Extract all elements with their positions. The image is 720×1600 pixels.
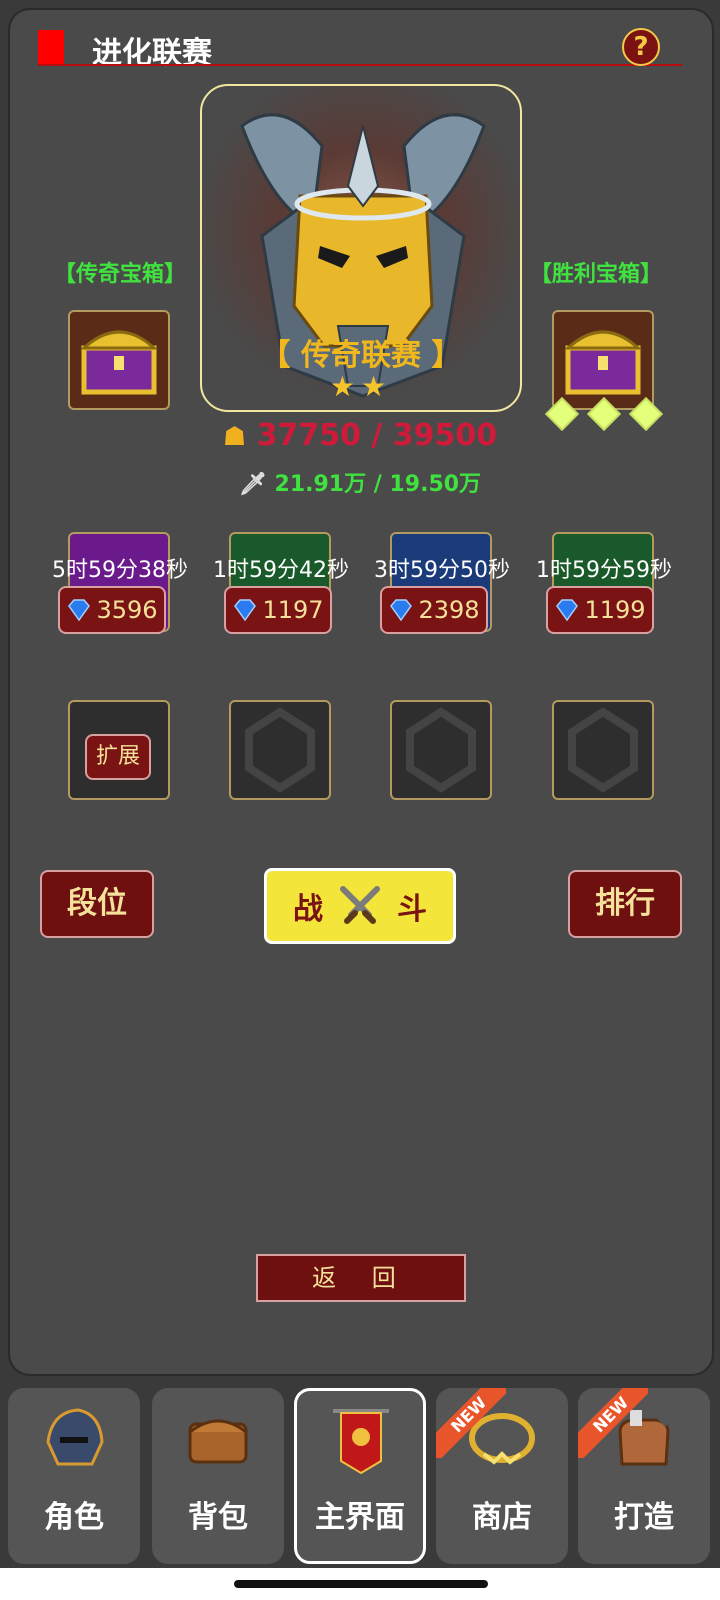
empty-slot-icon (568, 707, 638, 793)
legend-chest[interactable] (68, 310, 170, 410)
tab-backpack[interactable]: 背包 (152, 1388, 284, 1564)
empty-slot-icon (406, 707, 476, 793)
banner-icon (333, 1409, 389, 1475)
home-indicator (234, 1580, 488, 1588)
rank-button[interactable]: 段位 (40, 870, 154, 938)
help-button[interactable]: ? (622, 28, 660, 66)
chest-timer-1: 5时59分38秒 (52, 558, 188, 583)
tab-shop[interactable]: NEW 商店 (436, 1388, 568, 1564)
open-chest-button-3[interactable]: 2398 (380, 586, 488, 634)
backpack-icon (188, 1419, 248, 1464)
new-badge: NEW (436, 1388, 506, 1458)
tab-main-label: 主界面 (315, 1500, 405, 1535)
legend-chest-label: 【传奇宝箱】 (54, 262, 187, 287)
open-chest-button-4[interactable]: 1199 (546, 586, 654, 634)
victory-chest[interactable] (552, 310, 654, 410)
title-underline (38, 64, 682, 66)
expand-button[interactable]: 扩展 (85, 734, 151, 780)
chest-timer-2: 1时59分42秒 (213, 558, 349, 583)
open-chest-button-1[interactable]: 3596 (58, 586, 166, 634)
tab-main[interactable]: 主界面 (294, 1388, 426, 1564)
fight-label-right: 斗 (397, 892, 427, 927)
treasure-chest-icon (80, 330, 158, 395)
tab-forge[interactable]: NEW 打造 (578, 1388, 710, 1564)
leaderboard-button[interactable]: 排行 (568, 870, 682, 938)
chest-timer-3: 3时59分50秒 (374, 558, 510, 583)
empty-slot-4[interactable] (552, 700, 654, 800)
sword-icon: 🗡 (238, 472, 267, 497)
gem-icon (556, 599, 579, 622)
tab-backpack-label: 背包 (188, 1500, 248, 1535)
helmet-icon (46, 1408, 104, 1466)
new-badge: NEW (578, 1388, 648, 1458)
league-stars: ★★ (329, 370, 393, 403)
trophy-icon: ☗ (222, 422, 247, 452)
tab-forge-label: 打造 (614, 1500, 674, 1535)
empty-slot-2[interactable] (229, 700, 331, 800)
fight-label-left: 战 (293, 892, 323, 927)
gem-icon (390, 599, 413, 622)
open-chest-price-2: 1197 (262, 596, 324, 624)
tab-character-label: 角色 (44, 1500, 104, 1535)
open-chest-price-4: 1199 (584, 596, 646, 624)
power-value: 21.91万 / 19.50万 (274, 472, 482, 497)
open-chest-button-2[interactable]: 1197 (224, 586, 332, 634)
victory-chest-label: 【胜利宝箱】 (530, 262, 663, 287)
fight-button[interactable]: 战 斗 (264, 868, 456, 944)
league-name: 【 传奇联赛 】 (260, 338, 462, 373)
open-chest-price-3: 2398 (418, 596, 480, 624)
trophy-score: ☗ 37750 / 39500 (0, 418, 720, 453)
empty-slot-3[interactable] (390, 700, 492, 800)
open-chest-price-1: 3596 (96, 596, 158, 624)
chest-timer-4: 1时59分59秒 (536, 558, 672, 583)
gem-icon (68, 599, 91, 622)
crossed-swords-icon (340, 886, 380, 924)
gem-icon (234, 599, 257, 622)
tab-shop-label: 商店 (472, 1500, 532, 1535)
empty-slot-icon (245, 707, 315, 793)
back-button[interactable]: 返 回 (256, 1254, 466, 1302)
treasure-chest-icon (564, 330, 642, 395)
power-comparison: 🗡 21.91万 / 19.50万 (0, 466, 720, 498)
title-marker (38, 30, 64, 64)
tab-character[interactable]: 角色 (8, 1388, 140, 1564)
trophy-score-value: 37750 / 39500 (256, 418, 498, 453)
